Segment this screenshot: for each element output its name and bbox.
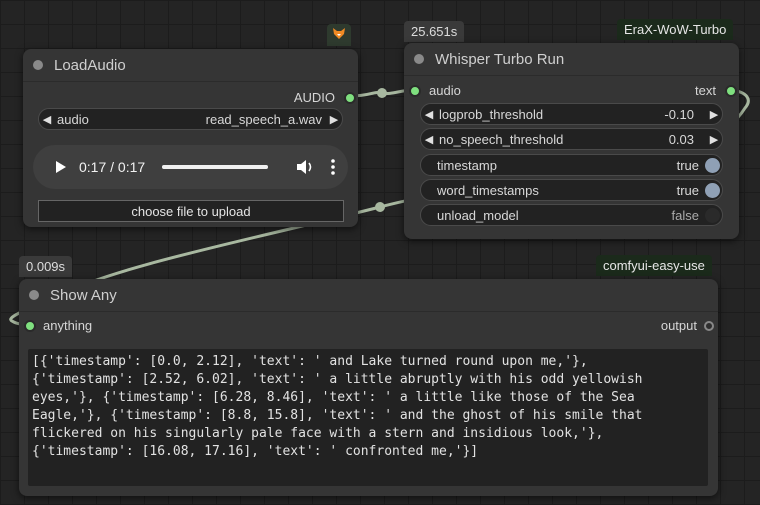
text-output-slot[interactable]: text	[695, 83, 737, 98]
output-slot[interactable]: output	[661, 318, 714, 333]
output-label: output	[660, 318, 697, 333]
show-any-pack-tag: comfyui-easy-use	[596, 255, 712, 276]
show-any-node[interactable]: Show Any anything output [{'timestamp': …	[19, 279, 718, 496]
toggle-knob-off[interactable]	[705, 207, 720, 223]
toggle-label: word_timestamps	[437, 182, 539, 198]
output-label: AUDIO	[293, 90, 335, 105]
widget-value: -0.10	[664, 106, 694, 122]
collapse-dot[interactable]	[29, 290, 39, 300]
show-any-title[interactable]: Show Any	[19, 279, 718, 312]
timestamp-toggle[interactable]: timestamp true	[420, 154, 723, 176]
toggle-knob-on[interactable]	[705, 157, 720, 173]
toggle-value: true	[676, 182, 699, 198]
output-label: text	[695, 83, 716, 98]
unload-model-toggle[interactable]: unload_model false	[420, 204, 723, 226]
decrement-arrow[interactable]: ◀	[421, 133, 437, 146]
node-title-text: Whisper Turbo Run	[435, 50, 565, 68]
widget-value: 0.03	[668, 131, 694, 147]
whisper-pack-tag: EraX-WoW-Turbo	[617, 19, 734, 40]
audio-output-slot[interactable]: AUDIO	[294, 90, 356, 105]
toggle-label: unload_model	[437, 207, 519, 223]
output-textarea[interactable]: [{'timestamp': [0.0, 2.12], 'text': ' an…	[28, 349, 708, 486]
collapse-dot[interactable]	[33, 60, 43, 70]
volume-icon[interactable]	[296, 159, 314, 175]
increment-arrow[interactable]: ▶	[706, 133, 722, 146]
word-timestamps-toggle[interactable]: word_timestamps true	[420, 179, 723, 201]
input-dot[interactable]	[409, 84, 421, 97]
more-options-icon[interactable]	[331, 159, 335, 175]
toggle-value: false	[671, 207, 699, 223]
combo-label: audio	[57, 111, 89, 127]
no-speech-threshold-widget[interactable]: ◀ no_speech_threshold 0.03 ▶	[420, 128, 723, 150]
player-progress-fill	[162, 165, 269, 169]
play-icon[interactable]	[55, 160, 67, 174]
increment-arrow[interactable]: ▶	[706, 108, 722, 121]
fox-badge	[327, 24, 351, 46]
toggle-knob-on[interactable]	[705, 182, 720, 198]
combo-next-arrow[interactable]: ▶	[326, 113, 342, 126]
player-progress-track[interactable]	[162, 165, 269, 169]
toggle-value: true	[676, 157, 699, 173]
player-time: 0:17 / 0:17	[79, 159, 146, 175]
combo-value: read_speech_a.wav	[205, 111, 322, 127]
audio-file-combo[interactable]: ◀ audio read_speech_a.wav ▶	[38, 108, 343, 130]
output-dot[interactable]	[344, 91, 356, 104]
load-audio-node[interactable]: LoadAudio AUDIO ◀ audio read_speech_a.wa…	[23, 49, 358, 227]
decrement-arrow[interactable]: ◀	[421, 108, 437, 121]
whisper-timing-badge: 25.651s	[404, 21, 465, 42]
whisper-title[interactable]: Whisper Turbo Run	[404, 43, 739, 76]
whisper-turbo-node[interactable]: Whisper Turbo Run audio text ◀ logprob_t…	[404, 43, 739, 239]
collapse-dot[interactable]	[414, 54, 424, 64]
anything-input-slot[interactable]: anything	[24, 318, 92, 333]
output-dot[interactable]	[704, 320, 714, 331]
output-dot[interactable]	[725, 84, 737, 97]
input-label: audio	[429, 83, 461, 98]
audio-player[interactable]: 0:17 / 0:17	[33, 145, 348, 189]
choose-file-button[interactable]: choose file to upload	[38, 200, 344, 222]
load-audio-title[interactable]: LoadAudio	[23, 49, 358, 82]
logprob-threshold-widget[interactable]: ◀ logprob_threshold -0.10 ▶	[420, 103, 723, 125]
input-label: anything	[43, 318, 93, 333]
node-title-text: Show Any	[50, 286, 117, 304]
input-dot[interactable]	[24, 319, 36, 332]
audio-input-slot[interactable]: audio	[409, 83, 461, 98]
widget-label: no_speech_threshold	[439, 131, 564, 147]
combo-prev-arrow[interactable]: ◀	[39, 113, 55, 126]
toggle-label: timestamp	[437, 157, 497, 173]
node-title-text: LoadAudio	[54, 56, 126, 74]
fox-icon	[332, 27, 346, 40]
widget-label: logprob_threshold	[439, 106, 544, 122]
show-any-timing-badge: 0.009s	[19, 256, 73, 277]
